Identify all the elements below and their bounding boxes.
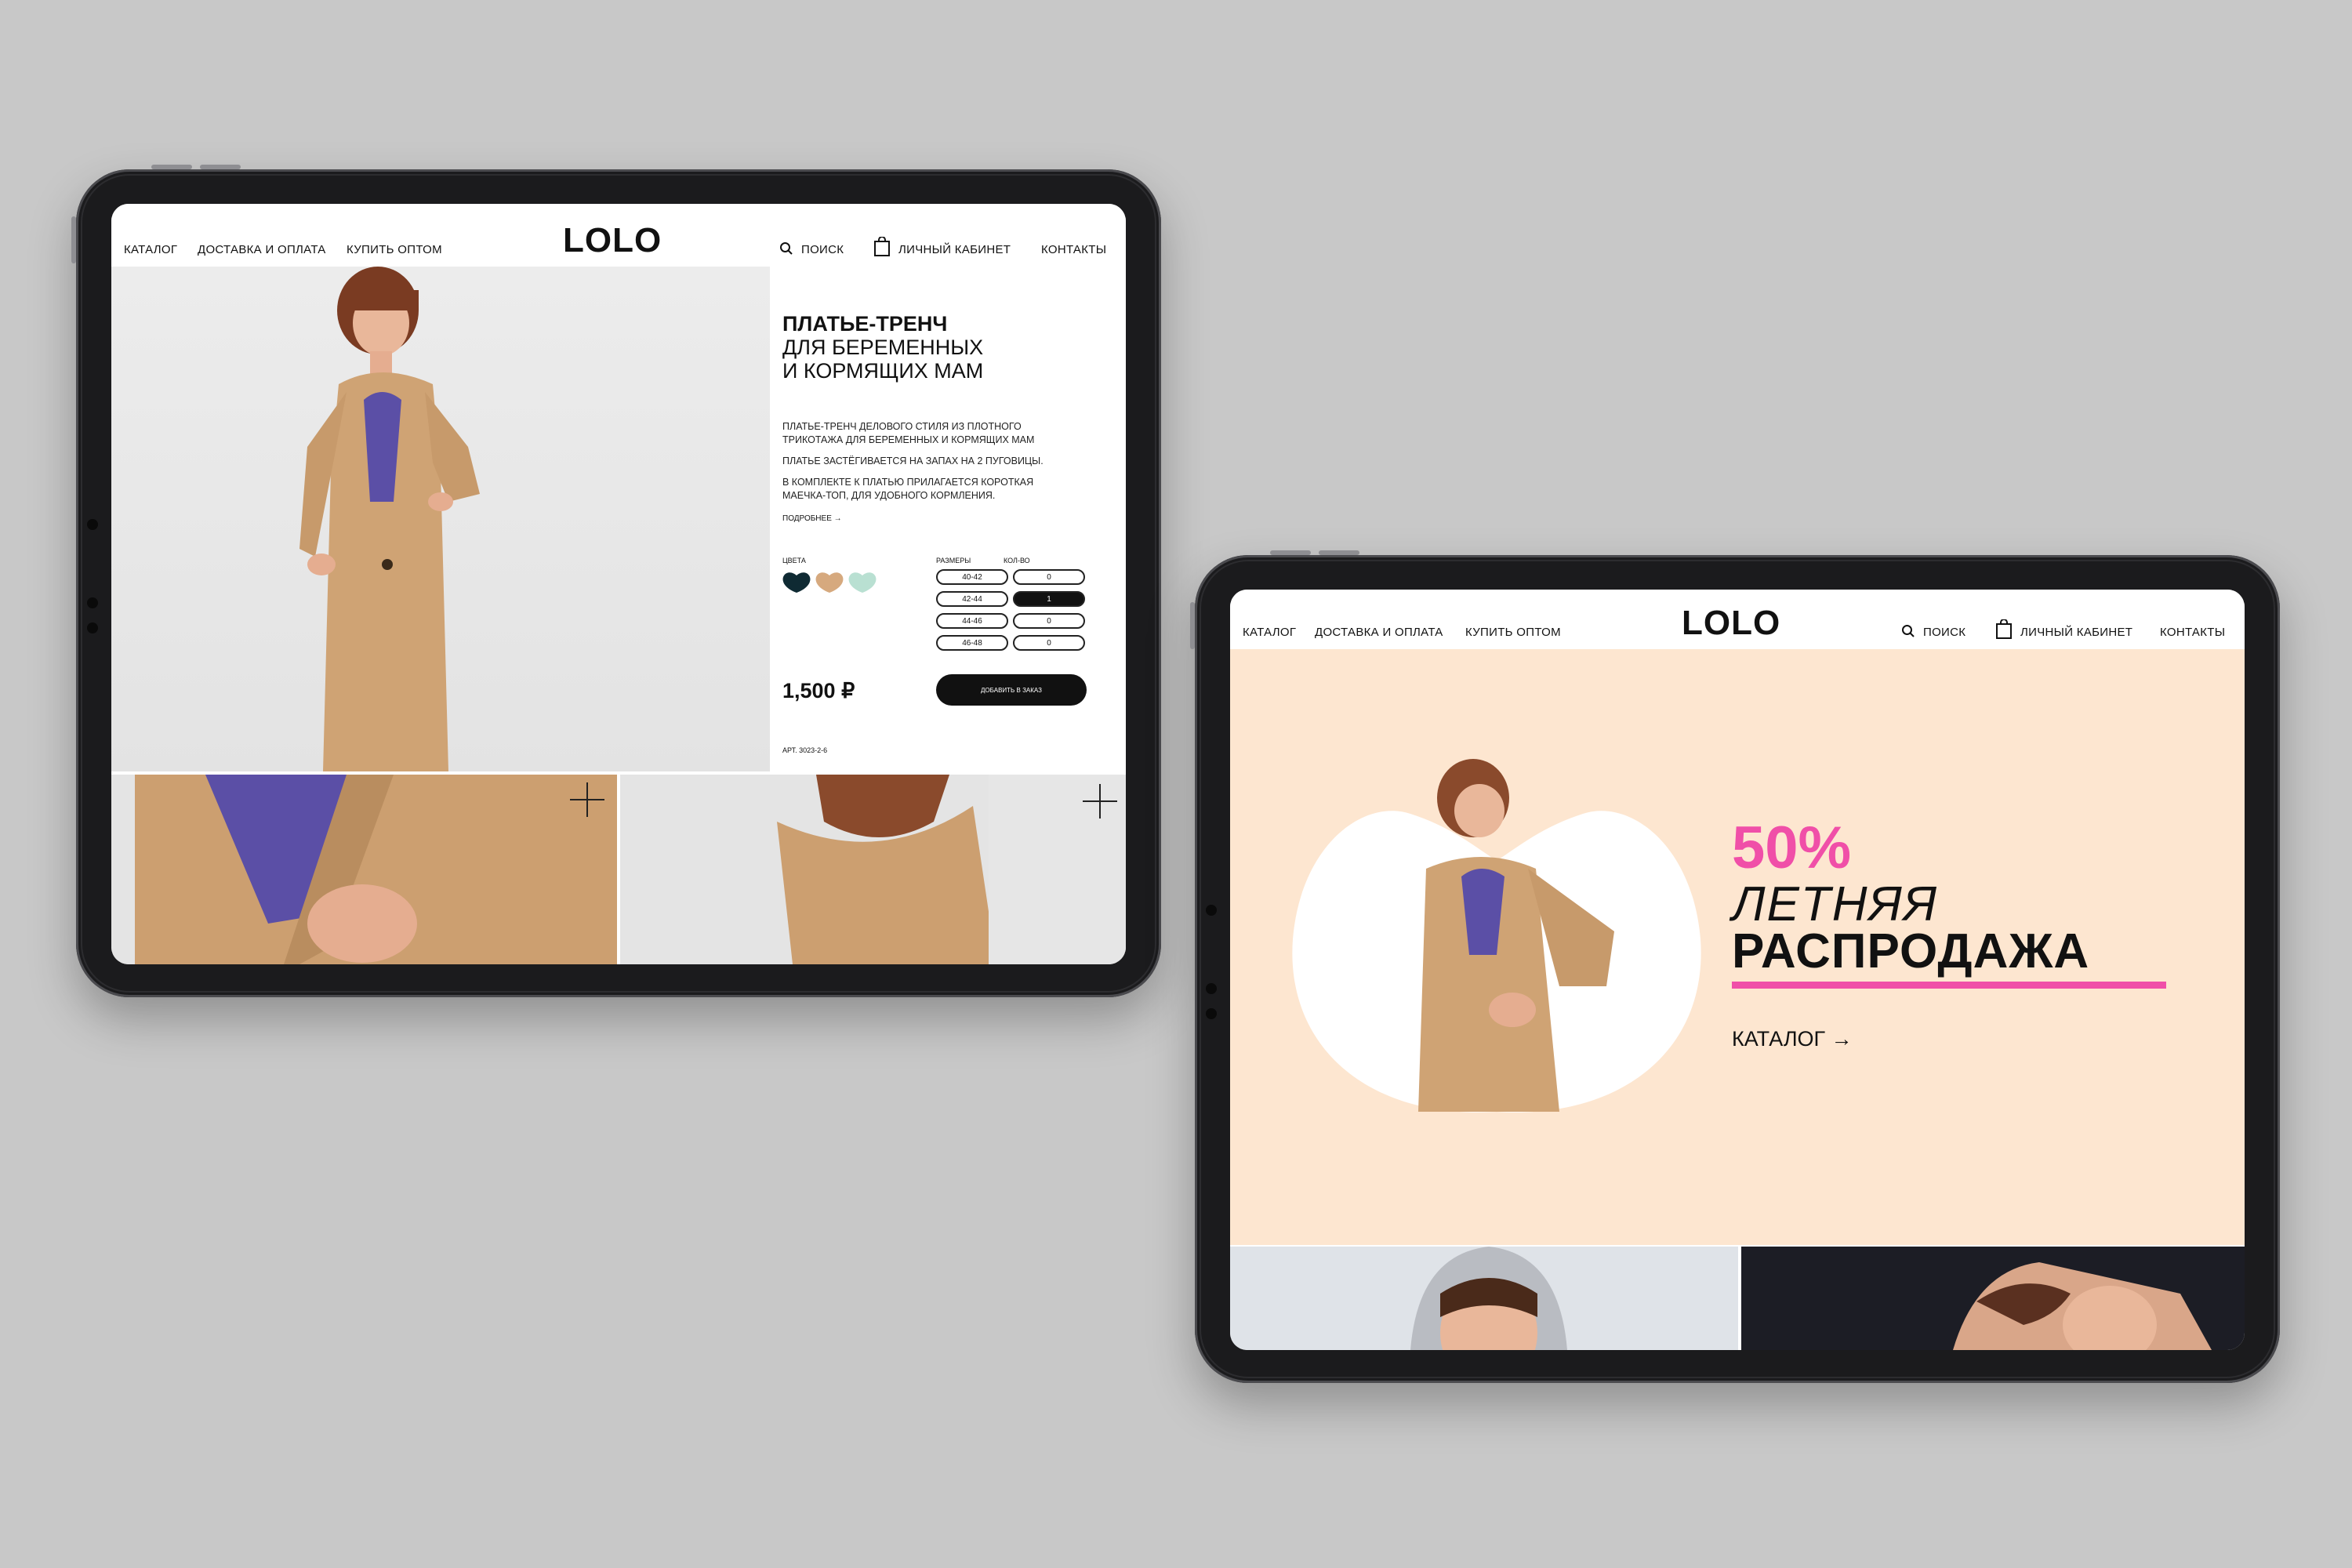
detail-illustration bbox=[135, 775, 617, 964]
qty-field[interactable]: 0 bbox=[1013, 635, 1085, 651]
nav-search[interactable]: ПОИСК bbox=[801, 243, 844, 256]
color-swatch-beige[interactable] bbox=[815, 572, 844, 593]
tablet-volume-button bbox=[200, 165, 241, 169]
product-title-bold: ПЛАТЬЕ-ТРЕНЧ bbox=[782, 312, 948, 336]
tablet-camera-dot bbox=[87, 622, 98, 633]
tablet-power-button bbox=[1190, 602, 1195, 649]
tablet-camera-dot bbox=[87, 597, 98, 608]
tablet-volume-button bbox=[1270, 550, 1311, 555]
tablet-volume-button bbox=[1319, 550, 1359, 555]
color-swatch-mint[interactable] bbox=[848, 572, 877, 593]
logo[interactable]: LOLO bbox=[1682, 604, 1780, 643]
size-option[interactable]: 44-46 bbox=[936, 613, 1008, 629]
more-link[interactable]: ПОДРОБНЕЕ → bbox=[782, 514, 842, 523]
product-description: ПЛАТЬЕ-ТРЕНЧ ДЕЛОВОГО СТИЛЯ ИЗ ПЛОТНОГО … bbox=[782, 420, 1044, 503]
color-swatches bbox=[782, 572, 877, 593]
nav-link-wholesale[interactable]: КУПИТЬ ОПТОМ bbox=[1465, 626, 1561, 639]
article-number: АРТ. 3023-2-6 bbox=[782, 746, 828, 754]
add-to-order-button[interactable]: ДОБАВИТЬ В ЗАКАЗ bbox=[936, 674, 1087, 706]
model-illustration bbox=[299, 267, 480, 771]
search-icon[interactable] bbox=[779, 241, 793, 256]
nav-contacts[interactable]: КОНТАКТЫ bbox=[2160, 626, 2225, 639]
desc-line: ПЛАТЬЕ-ТРЕНЧ ДЕЛОВОГО СТИЛЯ ИЗ ПЛОТНОГО bbox=[782, 421, 1022, 432]
desc-line: МАЕЧКА-ТОП, ДЛЯ УДОБНОГО КОРМЛЕНИЯ. bbox=[782, 490, 996, 501]
tablet-power-button bbox=[71, 216, 76, 263]
product-screen: КАТАЛОГ ДОСТАВКА И ОПЛАТА КУПИТЬ ОПТОМ L… bbox=[111, 204, 1126, 964]
product-title-line3: И КОРМЯЩИХ МАМ bbox=[782, 359, 984, 383]
nav-link-wholesale[interactable]: КУПИТЬ ОПТОМ bbox=[347, 243, 442, 256]
size-option[interactable]: 46-48 bbox=[936, 635, 1008, 651]
color-swatch-dark-teal[interactable] bbox=[782, 572, 811, 593]
product-title: ПЛАТЬЕ-ТРЕНЧ ДЛЯ БЕРЕМЕННЫХ И КОРМЯЩИХ М… bbox=[782, 312, 983, 383]
product-info: ПЛАТЬЕ-ТРЕНЧ ДЛЯ БЕРЕМЕННЫХ И КОРМЯЩИХ М… bbox=[770, 267, 1126, 771]
tablet-camera-dot bbox=[1206, 1008, 1217, 1019]
size-option[interactable]: 40-42 bbox=[936, 569, 1008, 585]
nav-link-delivery[interactable]: ДОСТАВКА И ОПЛАТА bbox=[1315, 626, 1443, 639]
category-tile-1[interactable] bbox=[1230, 1247, 1738, 1350]
nav-link-catalog[interactable]: КАТАЛОГ bbox=[1243, 626, 1296, 639]
size-option[interactable]: 42-44 bbox=[936, 591, 1008, 607]
promo-underline bbox=[1732, 982, 2166, 989]
promo-hero: 50% ЛЕТНЯЯ РАСПРОДАЖА КАТАЛОГ → bbox=[1230, 649, 2245, 1245]
tablet-camera-dot bbox=[87, 519, 98, 530]
nav-link-delivery[interactable]: ДОСТАВКА И ОПЛАТА bbox=[198, 243, 326, 256]
shopping-bag-icon[interactable] bbox=[873, 237, 891, 257]
search-icon[interactable] bbox=[1901, 624, 1915, 638]
desc-line: ПЛАТЬЕ ЗАСТЁГИВАЕТСЯ НА ЗАПАХ НА 2 ПУГОВ… bbox=[782, 456, 1044, 466]
detail-illustration bbox=[777, 775, 1126, 964]
shopping-bag-icon[interactable] bbox=[1995, 619, 2013, 640]
expand-plus-icon[interactable] bbox=[1083, 784, 1117, 818]
qty-field-selected[interactable]: 1 bbox=[1013, 591, 1085, 607]
price: 1,500 ₽ bbox=[782, 679, 855, 702]
expand-plus-icon[interactable] bbox=[570, 782, 604, 817]
product-main-photo bbox=[111, 267, 770, 771]
colors-label: ЦВЕТА bbox=[782, 557, 806, 564]
top-nav: КАТАЛОГ ДОСТАВКА И ОПЛАТА КУПИТЬ ОПТОМ L… bbox=[111, 204, 1126, 267]
nav-search[interactable]: ПОИСК bbox=[1923, 626, 1965, 639]
category-tile-2[interactable] bbox=[1741, 1247, 2245, 1350]
detail-photo-1[interactable] bbox=[111, 775, 617, 964]
desc-line: ТРИКОТАЖА ДЛЯ БЕРЕМЕННЫХ И КОРМЯЩИХ МАМ bbox=[782, 434, 1035, 445]
tablet-volume-button bbox=[151, 165, 192, 169]
tablet-product: КАТАЛОГ ДОСТАВКА И ОПЛАТА КУПИТЬ ОПТОМ L… bbox=[71, 165, 1161, 997]
tablet-camera-dot bbox=[1206, 983, 1217, 994]
tile-illustration bbox=[1953, 1262, 2212, 1350]
nav-account[interactable]: ЛИЧНЫЙ КАБИНЕТ bbox=[2020, 626, 2132, 639]
detail-photo-2[interactable] bbox=[620, 775, 1126, 964]
tablet-promo: КАТАЛОГ ДОСТАВКА И ОПЛАТА КУПИТЬ ОПТОМ L… bbox=[1190, 550, 2280, 1383]
qty-field[interactable]: 0 bbox=[1013, 613, 1085, 629]
qty-label: КОЛ-ВО bbox=[1004, 557, 1030, 564]
nav-account[interactable]: ЛИЧНЫЙ КАБИНЕТ bbox=[898, 243, 1011, 256]
sizes-label: РАЗМЕРЫ bbox=[936, 557, 971, 564]
qty-field[interactable]: 0 bbox=[1013, 569, 1085, 585]
tablet-camera-dot bbox=[1206, 905, 1217, 916]
promo-screen: КАТАЛОГ ДОСТАВКА И ОПЛАТА КУПИТЬ ОПТОМ L… bbox=[1230, 590, 2245, 1350]
nav-link-catalog[interactable]: КАТАЛОГ bbox=[124, 243, 177, 256]
heart-shape-photo bbox=[1292, 759, 1701, 1112]
desc-line: В КОМПЛЕКТЕ К ПЛАТЬЮ ПРИЛАГАЕТСЯ КОРОТКА… bbox=[782, 477, 1034, 488]
promo-percent: 50% bbox=[1732, 815, 1852, 881]
promo-catalog-link[interactable]: КАТАЛОГ → bbox=[1732, 1027, 1853, 1051]
logo[interactable]: LOLO bbox=[563, 221, 662, 260]
product-title-line2: ДЛЯ БЕРЕМЕННЫХ bbox=[782, 336, 984, 359]
top-nav: КАТАЛОГ ДОСТАВКА И ОПЛАТА КУПИТЬ ОПТОМ L… bbox=[1230, 590, 2245, 649]
nav-contacts[interactable]: КОНТАКТЫ bbox=[1041, 243, 1106, 256]
tile-illustration bbox=[1410, 1247, 1567, 1350]
promo-line2: РАСПРОДАЖА bbox=[1732, 924, 2090, 978]
